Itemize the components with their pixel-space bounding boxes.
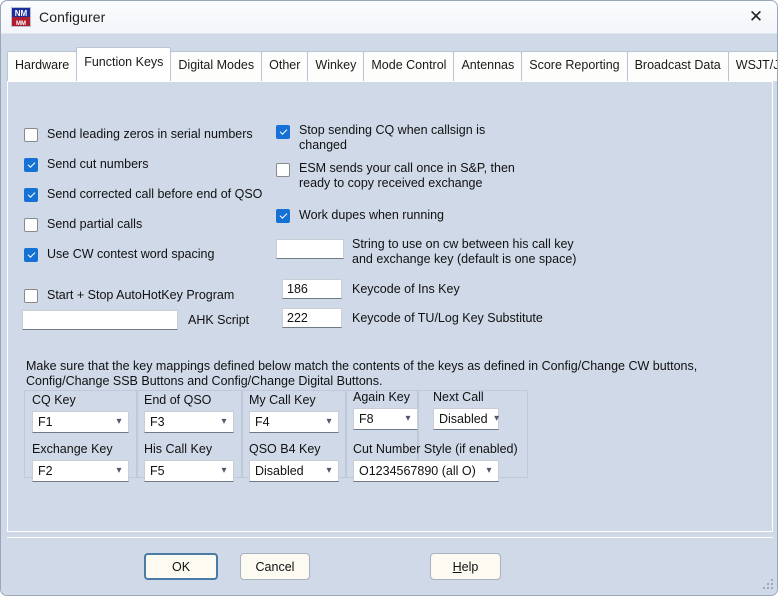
checkbox-label: Send leading zeros in serial numbers (47, 127, 253, 141)
checkbox-box (276, 209, 290, 223)
help-accel-letter: H (452, 559, 462, 574)
combo-value: Disabled (439, 412, 488, 426)
tab-other[interactable]: Other (261, 51, 309, 81)
checkbox-label: Start + Stop AutoHotKey Program (47, 288, 235, 302)
checkbox-use-cw-word-spacing[interactable]: Use CW contest word spacing (24, 247, 214, 262)
combo-value: O1234567890 (all O) (359, 464, 476, 478)
combo-my-call-key[interactable]: F4 ▾ (249, 411, 339, 433)
combo-value: F1 (38, 415, 53, 429)
tab-strip: Hardware Function Keys Digital Modes Other W… (1, 34, 777, 81)
tu-log-keycode-input[interactable]: 222 (282, 308, 342, 328)
checkbox-box (276, 163, 290, 177)
label-qso-b4-key: QSO B4 Key (249, 442, 321, 456)
chevron-down-icon: ▾ (221, 416, 227, 427)
combo-cut-number-style[interactable]: O1234567890 (all O) ▾ (353, 460, 499, 482)
checkbox-box (24, 248, 38, 262)
checkbox-label: Send corrected call before end of QSO (47, 187, 263, 201)
chevron-down-icon: ▾ (494, 413, 500, 424)
chevron-down-icon: ▾ (326, 465, 332, 476)
cw-string-input[interactable] (276, 239, 344, 259)
checkbox-work-dupes-when-running[interactable]: Work dupes when running (276, 208, 444, 223)
chevron-down-icon: ▾ (221, 465, 227, 476)
window-title: Configurer (39, 9, 106, 25)
combo-cq-key[interactable]: F1 ▾ (32, 411, 129, 433)
tab-hardware[interactable]: Hardware (7, 51, 78, 81)
checkbox-label: Stop sending CQ when callsign is changed (299, 123, 486, 152)
checkbox-send-cut-numbers[interactable]: Send cut numbers (24, 157, 148, 172)
ins-keycode-label: Keycode of Ins Key (352, 282, 460, 296)
ahk-script-label: AHK Script (188, 313, 250, 327)
cancel-button[interactable]: Cancel (240, 553, 310, 580)
tab-wsjt-jtdx-setup[interactable]: WSJT/JTDX Setup (727, 51, 777, 81)
label-cut-number-style: Cut Number Style (if enabled) (353, 442, 518, 456)
tab-broadcast-data[interactable]: Broadcast Data (626, 51, 729, 81)
checkbox-box (276, 125, 290, 139)
combo-qso-b4-key[interactable]: Disabled ▾ (249, 460, 339, 482)
checkbox-box (24, 289, 38, 303)
combo-exchange-key[interactable]: F2 ▾ (32, 460, 129, 482)
combo-value: F8 (359, 412, 374, 426)
function-keys-page: Send leading zeros in serial numbers Sen… (7, 81, 773, 532)
ok-button[interactable]: OK (144, 553, 218, 580)
combo-value: F2 (38, 464, 53, 478)
combo-again-key[interactable]: F8 ▾ (353, 408, 418, 430)
chevron-down-icon: ▾ (405, 413, 411, 424)
combo-next-call[interactable]: Disabled ▾ (433, 408, 499, 430)
checkbox-esm-sends-call-once[interactable]: ESM sends your call once in S&P, then re… (276, 161, 515, 191)
help-button[interactable]: Help (430, 553, 501, 580)
chevron-down-icon: ▾ (326, 416, 332, 427)
close-button[interactable]: ✕ (733, 1, 777, 33)
tu-log-keycode-label: Keycode of TU/Log Key Substitute (352, 311, 543, 325)
instructions-text: Make sure that the key mappings defined … (26, 359, 698, 388)
checkbox-stop-sending-cq[interactable]: Stop sending CQ when callsign is changed (276, 123, 486, 153)
cw-string-label: String to use on cw between his call key… (352, 237, 577, 266)
combo-his-call-key[interactable]: F5 ▾ (144, 460, 234, 482)
tab-mode-control[interactable]: Mode Control (363, 51, 455, 81)
combo-value: F3 (150, 415, 165, 429)
checkbox-box (24, 128, 38, 142)
ahk-script-input[interactable] (22, 310, 178, 330)
label-next-call: Next Call (433, 390, 484, 404)
checkbox-box (24, 158, 38, 172)
checkbox-label: Work dupes when running (299, 208, 444, 222)
tab-function-keys[interactable]: Function Keys (76, 47, 172, 81)
combo-value: Disabled (255, 464, 304, 478)
svg-text:NM: NM (15, 9, 28, 18)
help-label-rest: elp (461, 559, 479, 574)
label-his-call-key: His Call Key (144, 442, 213, 456)
combo-value: F5 (150, 464, 165, 478)
label-exchange-key: Exchange Key (32, 442, 113, 456)
checkbox-send-corrected-call[interactable]: Send corrected call before end of QSO (24, 187, 262, 202)
label-my-call-key: My Call Key (249, 393, 316, 407)
checkbox-send-partial-calls[interactable]: Send partial calls (24, 217, 142, 232)
checkbox-start-stop-autohotkey[interactable]: Start + Stop AutoHotKey Program (24, 288, 234, 303)
checkbox-box (24, 218, 38, 232)
close-icon: ✕ (748, 6, 764, 27)
n1mm-logo-icon: NM MM (11, 7, 31, 27)
tab-winkey[interactable]: Winkey (307, 51, 365, 81)
label-again-key: Again Key (353, 390, 410, 404)
tab-score-reporting[interactable]: Score Reporting (521, 51, 628, 81)
chevron-down-icon: ▾ (116, 416, 122, 427)
checkbox-label: Send cut numbers (47, 157, 149, 171)
configurer-dialog: NM MM Configurer ✕ Hardware Function Keys… (0, 0, 778, 596)
checkbox-send-leading-zeros[interactable]: Send leading zeros in serial numbers (24, 127, 253, 142)
ins-keycode-input[interactable]: 186 (282, 279, 342, 299)
label-end-of-qso: End of QSO (144, 393, 212, 407)
chevron-down-icon: ▾ (116, 465, 122, 476)
resize-grip[interactable] (761, 579, 774, 592)
tab-digital-modes[interactable]: Digital Modes (170, 51, 263, 81)
title-bar: NM MM Configurer ✕ (1, 1, 777, 34)
svg-text:MM: MM (16, 21, 26, 26)
tab-antennas[interactable]: Antennas (453, 51, 523, 81)
checkbox-label: ESM sends your call once in S&P, then re… (299, 161, 515, 190)
combo-end-of-qso[interactable]: F3 ▾ (144, 411, 234, 433)
checkbox-label: Send partial calls (47, 217, 143, 231)
checkbox-label: Use CW contest word spacing (47, 247, 215, 261)
dialog-footer: OK Cancel Help (1, 538, 777, 595)
label-cq-key: CQ Key (32, 393, 76, 407)
checkbox-box (24, 188, 38, 202)
chevron-down-icon: ▾ (486, 465, 492, 476)
combo-value: F4 (255, 415, 270, 429)
